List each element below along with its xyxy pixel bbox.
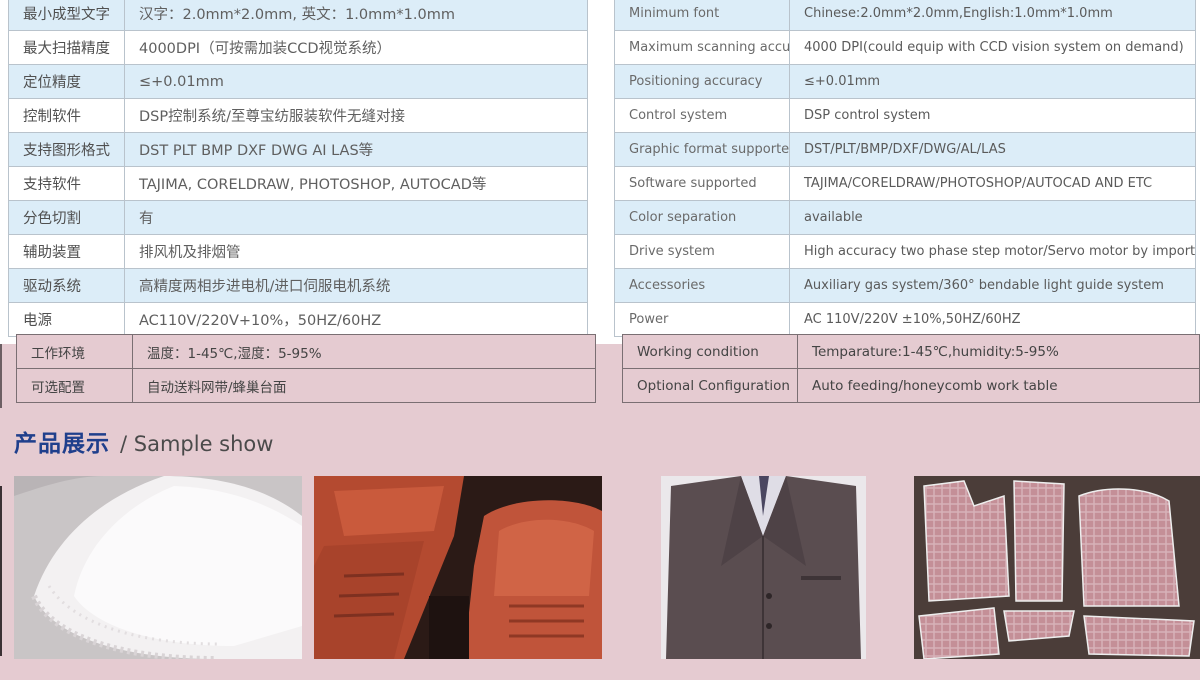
- divider: [0, 486, 2, 656]
- spec-value: AC 110V/220V ±10%,50HZ/60HZ: [789, 302, 1196, 337]
- spec-key: 支持软件: [8, 166, 125, 201]
- spec-value: DSP控制系统/至尊宝纺服装软件无缝对接: [124, 98, 588, 133]
- spec-key: 电源: [8, 302, 125, 337]
- divider: [0, 344, 2, 408]
- spec-value: 4000 DPI(could equip with CCD vision sys…: [789, 30, 1196, 65]
- car-seats-image: [314, 476, 602, 659]
- table-row: 辅助装置 排风机及排烟管: [8, 234, 588, 269]
- spec-key: Color separation: [614, 200, 790, 235]
- spec-value: 4000DPI（可按需加装CCD视觉系统）: [124, 30, 588, 65]
- spec-value: 温度：1-45℃,湿度：5-95%: [132, 334, 596, 369]
- table-row: 工作环境 温度：1-45℃,湿度：5-95%: [16, 334, 596, 369]
- spec-value: AC110V/220V+10%，50HZ/60HZ: [124, 302, 588, 337]
- spec-value: DSP control system: [789, 98, 1196, 133]
- table-row: Drive system High accuracy two phase step…: [614, 234, 1196, 269]
- table-row: Power AC 110V/220V ±10%,50HZ/60HZ: [614, 302, 1196, 337]
- section-title-cn: 产品展示: [14, 431, 110, 457]
- spec-value: 自动送料网带/蜂巢台面: [132, 368, 596, 403]
- suit-jacket-image: [661, 476, 866, 659]
- spec-key: 最大扫描精度: [8, 30, 125, 65]
- table-row: Software supported TAJIMA/CORELDRAW/PHOTO…: [614, 166, 1196, 201]
- sample-photo-car-seats[interactable]: [314, 476, 602, 659]
- table-row: 最大扫描精度 4000DPI（可按需加装CCD视觉系统）: [8, 30, 588, 65]
- spec-key: Accessories: [614, 268, 790, 303]
- spec-key: 支持图形格式: [8, 132, 125, 167]
- spec-key: 工作环境: [16, 334, 133, 369]
- section-title: 产品展示 / Sample show: [14, 424, 273, 458]
- spec-key: Positioning accuracy: [614, 64, 790, 99]
- spec-table-chinese-lower: 工作环境 温度：1-45℃,湿度：5-95% 可选配置 自动送料网带/蜂巢台面: [16, 334, 596, 403]
- table-row: Minimum font Chinese:2.0mm*2.0mm,English:…: [614, 0, 1196, 31]
- section-title-en: / Sample show: [120, 432, 274, 456]
- spec-value: TAJIMA, CORELDRAW, PHOTOSHOP, AUTOCAD等: [124, 166, 588, 201]
- table-row: 电源 AC110V/220V+10%，50HZ/60HZ: [8, 302, 588, 337]
- spec-value: Temparature:1-45℃,humidity:5-95%: [797, 334, 1200, 369]
- table-row: Color separation available: [614, 200, 1196, 235]
- spec-table-english-lower: Working condition Temparature:1-45℃,humid…: [622, 334, 1200, 403]
- spec-value: ≤+0.01mm: [789, 64, 1196, 99]
- sample-photo-cut-patterns[interactable]: [914, 476, 1200, 659]
- spec-key: 驱动系统: [8, 268, 125, 303]
- spec-key: Maximum scanning accuracy: [614, 30, 790, 65]
- spec-table-english: Minimum font Chinese:2.0mm*2.0mm,English:…: [614, 0, 1196, 337]
- spec-key: Drive system: [614, 234, 790, 269]
- spec-key: 辅助装置: [8, 234, 125, 269]
- spec-key: 可选配置: [16, 368, 133, 403]
- spec-value: 排风机及排烟管: [124, 234, 588, 269]
- spec-key: 定位精度: [8, 64, 125, 99]
- table-row: 分色切割有: [8, 200, 588, 235]
- spec-key: Graphic format supported: [614, 132, 790, 167]
- spec-key: Optional Configuration: [622, 368, 798, 403]
- spec-value: Chinese:2.0mm*2.0mm,English:1.0mm*1.0mm: [789, 0, 1196, 31]
- table-row: 驱动系统 高精度两相步进电机/进口伺服电机系统: [8, 268, 588, 303]
- lace-fabric-image: [14, 476, 302, 659]
- spec-value: Auxiliary gas system/360° bendable light…: [789, 268, 1196, 303]
- table-row: Maximum scanning accuracy4000 DPI(could …: [614, 30, 1196, 65]
- spec-key: Working condition: [622, 334, 798, 369]
- table-row: 定位精度 ≤+0.01mm: [8, 64, 588, 99]
- table-row: 可选配置 自动送料网带/蜂巢台面: [16, 368, 596, 403]
- sample-photo-lace-fabric[interactable]: [14, 476, 302, 659]
- table-row: Accessories Auxiliary gas system/360° ben…: [614, 268, 1196, 303]
- table-row: Working condition Temparature:1-45℃,humid…: [622, 334, 1200, 369]
- spec-key: Control system: [614, 98, 790, 133]
- spec-value: ≤+0.01mm: [124, 64, 588, 99]
- table-row: 控制软件 DSP控制系统/至尊宝纺服装软件无缝对接: [8, 98, 588, 133]
- table-row: 支持图形格式 DST PLT BMP DXF DWG AI LAS等: [8, 132, 588, 167]
- spec-value: High accuracy two phase step motor/Servo…: [789, 234, 1196, 269]
- spec-key: 分色切割: [8, 200, 125, 235]
- table-row: 支持软件 TAJIMA, CORELDRAW, PHOTOSHOP, AUTOCA…: [8, 166, 588, 201]
- spec-key: Software supported: [614, 166, 790, 201]
- spec-value: DST/PLT/BMP/DXF/DWG/AL/LAS: [789, 132, 1196, 167]
- spec-key: 最小成型文字: [8, 0, 125, 31]
- table-row: 最小成型文字 汉字：2.0mm*2.0mm, 英文：1.0mm*1.0mm: [8, 0, 588, 31]
- sample-photo-suit-jacket[interactable]: [661, 476, 866, 659]
- spec-value: Auto feeding/honeycomb work table: [797, 368, 1200, 403]
- table-row: Optional Configuration Auto feeding/honey…: [622, 368, 1200, 403]
- spec-value: DST PLT BMP DXF DWG AI LAS等: [124, 132, 588, 167]
- table-row: Control system DSP control system: [614, 98, 1196, 133]
- spec-value: 汉字：2.0mm*2.0mm, 英文：1.0mm*1.0mm: [124, 0, 588, 31]
- spec-table-chinese: 最小成型文字 汉字：2.0mm*2.0mm, 英文：1.0mm*1.0mm 最大扫…: [8, 0, 588, 337]
- spec-value: 高精度两相步进电机/进口伺服电机系统: [124, 268, 588, 303]
- spec-value: TAJIMA/CORELDRAW/PHOTOSHOP/AUTOCAD AND E…: [789, 166, 1196, 201]
- table-row: Graphic format supported DST/PLT/BMP/DXF/…: [614, 132, 1196, 167]
- spec-key: 控制软件: [8, 98, 125, 133]
- spec-key: Minimum font: [614, 0, 790, 31]
- spec-key: Power: [614, 302, 790, 337]
- spec-value: available: [789, 200, 1196, 235]
- cut-patterns-image: [914, 476, 1200, 659]
- spec-value: 有: [124, 200, 588, 235]
- table-row: Positioning accuracy ≤+0.01mm: [614, 64, 1196, 99]
